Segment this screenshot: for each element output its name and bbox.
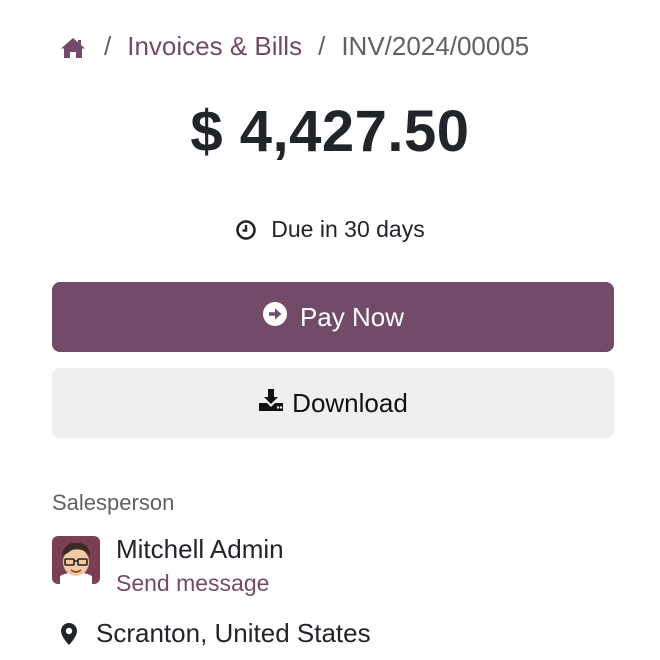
- download-label: Download: [292, 387, 408, 418]
- location-text: Scranton, United States: [96, 618, 371, 648]
- breadcrumb: / Invoices & Bills / INV/2024/00005: [60, 30, 529, 62]
- breadcrumb-separator: /: [318, 30, 326, 61]
- clock-icon: [235, 219, 257, 241]
- download-icon: [258, 388, 284, 419]
- invoice-amount: $ 4,427.50: [190, 99, 470, 164]
- send-message-link[interactable]: Send message: [116, 570, 269, 597]
- arrow-circle-right-icon: [262, 301, 288, 334]
- map-pin-icon: [60, 622, 78, 646]
- breadcrumb-current: INV/2024/00005: [341, 30, 530, 61]
- pay-now-button[interactable]: Pay Now: [52, 282, 614, 352]
- download-button[interactable]: Download: [52, 368, 614, 438]
- home-icon[interactable]: [60, 35, 86, 58]
- avatar: [52, 536, 100, 584]
- salesperson-label: Salesperson: [52, 490, 175, 515]
- due-info: Due in 30 days: [0, 216, 660, 243]
- due-text: Due in 30 days: [271, 216, 425, 242]
- location: Scranton, United States: [60, 618, 371, 649]
- breadcrumb-invoices-link[interactable]: Invoices & Bills: [127, 31, 302, 62]
- pay-now-label: Pay Now: [299, 301, 405, 332]
- salesperson-name: Mitchell Admin: [116, 534, 284, 564]
- breadcrumb-separator: /: [104, 30, 112, 61]
